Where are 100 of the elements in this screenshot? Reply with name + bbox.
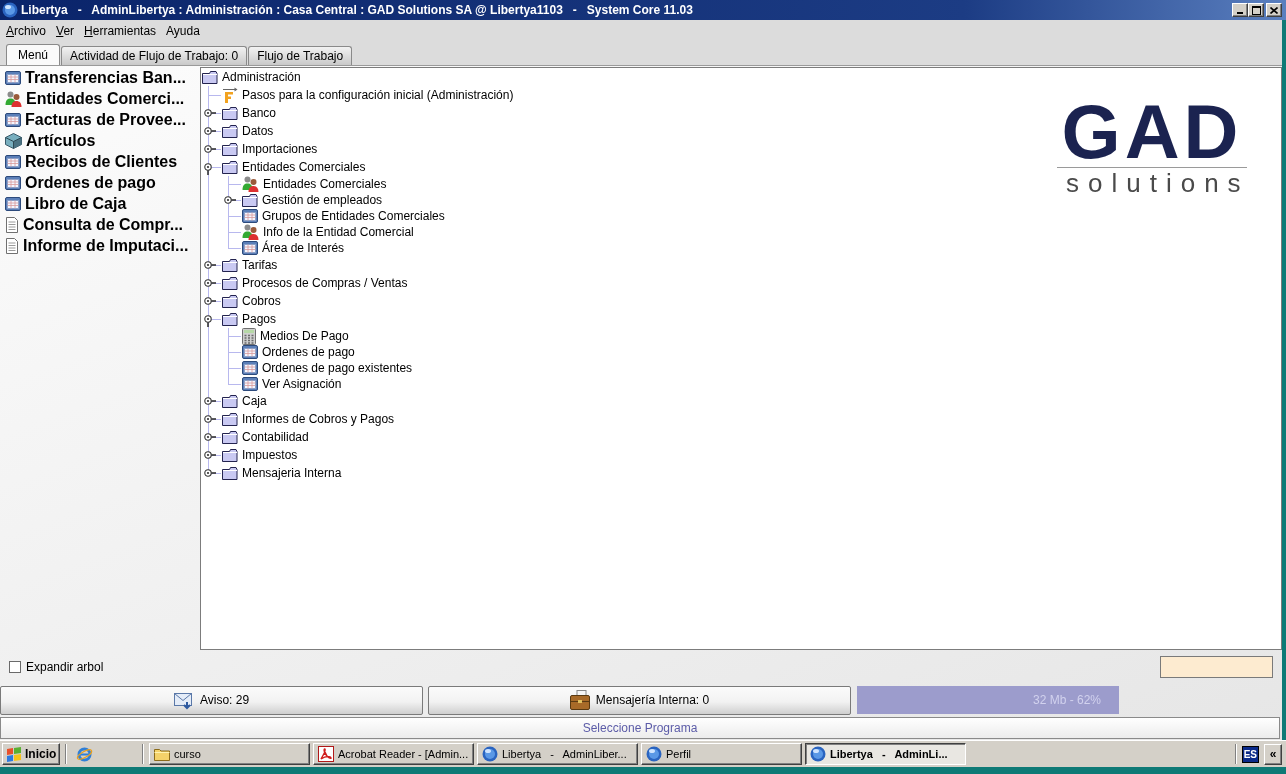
globe-icon — [482, 746, 498, 762]
toggle-icon[interactable] — [204, 279, 216, 287]
toggle-icon[interactable] — [204, 163, 212, 175]
pdf-icon — [318, 746, 334, 762]
sidebar-item[interactable]: Ordenes de pago — [0, 172, 200, 193]
folder-icon — [222, 430, 238, 444]
tab[interactable]: Flujo de Trabajo — [248, 46, 353, 65]
taskbar-button[interactable]: Perfil — [641, 743, 802, 765]
menu-item[interactable]: Ayuda — [161, 22, 205, 40]
tab[interactable]: Menú — [6, 44, 61, 65]
tree-item[interactable]: Grupos de Entidades Comerciales — [242, 208, 445, 224]
sidebar-item[interactable]: Informe de Imputaci... — [0, 235, 200, 256]
cube-icon — [5, 132, 22, 149]
calculator-icon — [242, 327, 256, 345]
toggle-icon[interactable] — [224, 196, 236, 204]
window-icon — [5, 69, 21, 86]
tab[interactable]: Actividad de Flujo de Trabajo: 0 — [61, 46, 248, 65]
minimize-button[interactable] — [1232, 3, 1248, 17]
taskbar-button[interactable]: Libertya - AdminLi... — [805, 743, 966, 765]
tree-item[interactable]: Ver Asignación — [242, 376, 342, 392]
window-icon — [5, 111, 21, 128]
toggle-icon[interactable] — [204, 397, 216, 405]
maximize-button[interactable] — [1248, 3, 1264, 17]
tree-item[interactable]: Pagos — [222, 312, 277, 326]
messages-button[interactable]: Mensajería Interna: 0 — [428, 685, 851, 715]
tree-item[interactable]: Entidades Comerciales — [222, 160, 366, 174]
tree-item[interactable]: Contabilidad — [222, 430, 309, 444]
tree-item[interactable]: Importaciones — [222, 142, 318, 156]
tree-item[interactable]: Tarifas — [222, 258, 278, 272]
sidebar-item[interactable]: Consulta de Compr... — [0, 214, 200, 235]
windows-flag-icon — [6, 746, 22, 762]
tree-item[interactable]: Informes de Cobros y Pagos — [222, 412, 395, 426]
sidebar-item[interactable]: Libro de Caja — [0, 193, 200, 214]
tree-item[interactable]: Mensajeria Interna — [222, 466, 342, 480]
tree-item[interactable]: Ordenes de pago existentes — [242, 360, 413, 376]
tree-item[interactable]: Caja — [222, 394, 267, 408]
globe-icon — [810, 746, 826, 762]
status-message: Seleccione Programa — [582, 721, 698, 735]
window-title: Libertya - AdminLibertya : Administración : Casa Central : GAD Solutions SA @ Libertya1103 - System Core 11.03 — [21, 3, 694, 17]
checkbox-label[interactable]: Expandir arbol — [26, 659, 104, 674]
menu-item[interactable]: Herramientas — [79, 22, 162, 40]
folder-icon — [222, 124, 238, 138]
language-indicator[interactable]: ES — [1241, 745, 1259, 763]
tree-item[interactable]: Banco — [222, 106, 277, 120]
folder-icon — [222, 466, 238, 480]
tree-item[interactable]: Área de Interés — [242, 240, 345, 256]
folder-icon — [222, 276, 238, 290]
folder-icon — [242, 193, 258, 207]
tree-item[interactable]: Entidades Comerciales — [242, 176, 387, 192]
folder-icon — [222, 412, 238, 426]
sidebar-item[interactable]: Artículos — [0, 130, 200, 151]
window-icon — [5, 195, 21, 212]
document-icon — [5, 216, 19, 233]
tree-item[interactable]: Medios De Pago — [242, 327, 349, 345]
tree-item[interactable]: Ordenes de pago — [242, 344, 355, 360]
tree-item[interactable]: Administración — [202, 70, 301, 84]
menu-item[interactable]: Archivo — [1, 22, 52, 40]
tree-item[interactable]: Cobros — [222, 294, 281, 308]
tree-item[interactable]: Impuestos — [222, 448, 298, 462]
sidebar-item[interactable]: Entidades Comerci... — [0, 88, 200, 109]
input-field[interactable] — [1160, 655, 1273, 678]
folder-icon — [222, 448, 238, 462]
toggle-icon[interactable] — [204, 109, 216, 117]
toggle-icon[interactable] — [204, 261, 216, 269]
people-icon — [242, 224, 259, 240]
browser-icon[interactable] — [76, 745, 93, 763]
menu-item[interactable]: Ver — [51, 22, 80, 40]
window-icon — [5, 153, 21, 170]
globe-icon — [646, 746, 662, 762]
taskbar-button[interactable]: curso — [149, 743, 310, 765]
tree-item[interactable]: Datos — [222, 124, 274, 138]
sidebar-item[interactable]: Recibos de Clientes — [0, 151, 200, 172]
tray-toggle-button[interactable]: « — [1264, 743, 1282, 765]
close-button[interactable] — [1266, 3, 1282, 17]
window-icon — [5, 174, 21, 191]
tree-item[interactable]: Info de la Entidad Comercial — [242, 224, 414, 240]
folder-icon — [222, 258, 238, 272]
toggle-icon[interactable] — [204, 127, 216, 135]
toggle-icon[interactable] — [204, 433, 216, 441]
folder-icon — [222, 394, 238, 408]
toggle-icon[interactable] — [204, 297, 216, 305]
toggle-icon[interactable] — [204, 145, 216, 153]
window-icon — [242, 344, 258, 360]
tree-item[interactable]: Procesos de Compras / Ventas — [222, 276, 408, 290]
toggle-icon[interactable] — [204, 415, 216, 423]
tree-item[interactable]: Gestión de empleados — [242, 193, 383, 207]
start-button[interactable]: Inicio — [2, 743, 60, 765]
notices-button[interactable]: Aviso: 29 — [0, 685, 423, 715]
tree-item[interactable]: Pasos para la configuración inicial (Administración) — [222, 87, 514, 103]
toggle-icon[interactable] — [204, 315, 212, 327]
sidebar-item[interactable]: Transferencias Ban... — [0, 67, 200, 88]
envelope-icon — [173, 690, 194, 710]
sidebar-item[interactable]: Facturas de Provee... — [0, 109, 200, 130]
checkbox[interactable] — [9, 660, 21, 673]
taskbar-button[interactable]: Acrobat Reader - [Admin... — [313, 743, 474, 765]
folder-icon — [222, 106, 238, 120]
folder-icon — [154, 747, 170, 761]
taskbar-button[interactable]: Libertya - AdminLiber... — [477, 743, 638, 765]
toggle-icon[interactable] — [204, 451, 216, 459]
toggle-icon[interactable] — [204, 469, 216, 477]
